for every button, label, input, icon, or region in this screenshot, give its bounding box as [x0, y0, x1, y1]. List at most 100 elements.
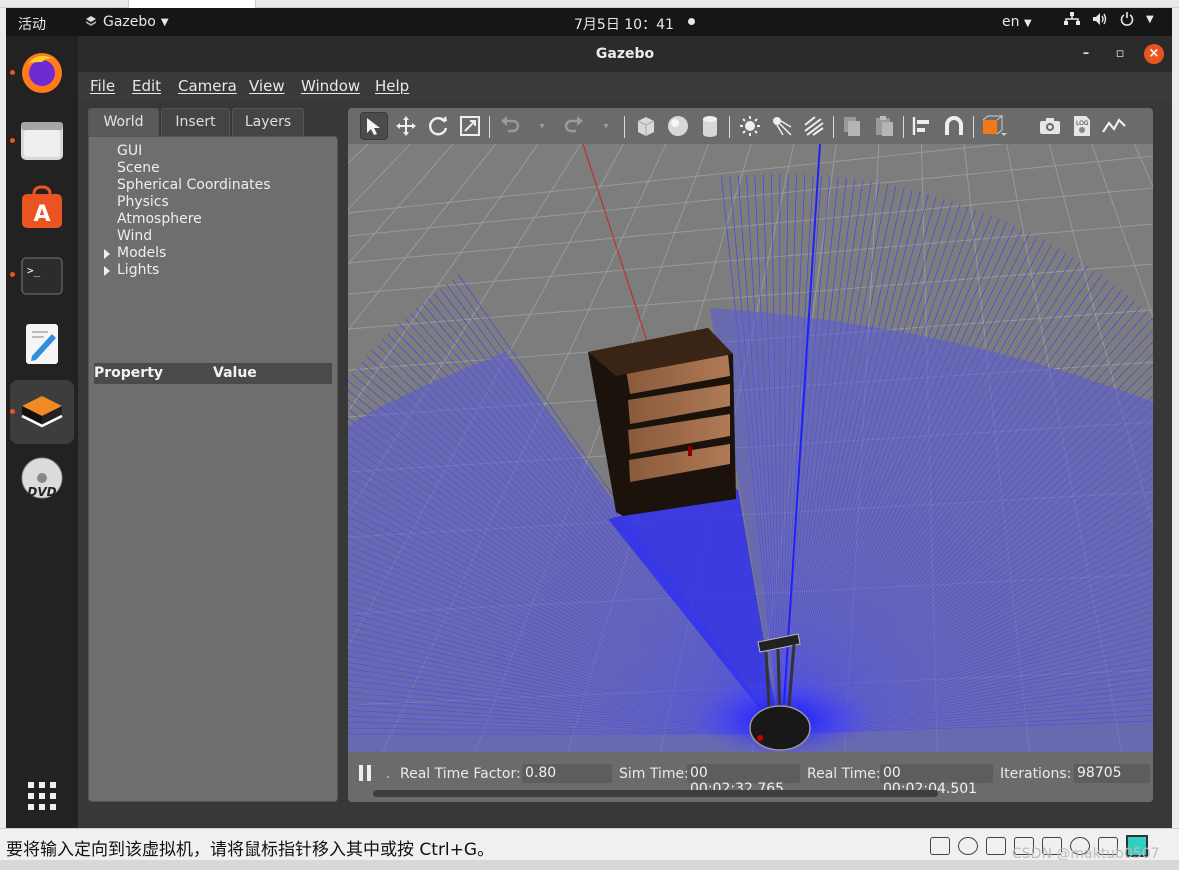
tab-layers[interactable]: Layers [232, 108, 304, 136]
files-icon[interactable] [18, 116, 66, 164]
tree-item-models[interactable]: Models [104, 245, 271, 262]
menu-edit[interactable]: Edit [132, 77, 161, 95]
window-titlebar[interactable]: Gazebo – ▫ × [78, 36, 1172, 72]
tree-item-spherical-coordinates[interactable]: Spherical Coordinates [117, 177, 271, 194]
sim-time-value: 00 00:02:32.765 [687, 764, 800, 797]
menu-window[interactable]: Window [301, 77, 360, 95]
host-taskbar [0, 860, 1179, 870]
scale-icon[interactable] [456, 112, 484, 140]
translate-icon[interactable] [392, 112, 420, 140]
tree-item-lights-label: Lights [117, 262, 160, 278]
toolbar-separator [489, 116, 490, 138]
text-editor-icon[interactable] [18, 320, 66, 368]
pause-icon[interactable] [359, 765, 373, 781]
software-store-icon[interactable]: A [18, 184, 66, 232]
ubuntu-top-bar: 活动 Gazebo ▼ 7月5日 10：41 en ▼ ▼ [6, 8, 1172, 36]
screenshot-icon[interactable] [1036, 112, 1064, 140]
toolbar-separator [729, 116, 730, 138]
expand-arrow-icon[interactable] [104, 249, 110, 259]
property-column-header: Property [94, 365, 164, 381]
tab-insert[interactable]: Insert [161, 108, 230, 136]
maximize-button[interactable]: ▫ [1110, 44, 1130, 64]
cd-drive-icon[interactable] [958, 837, 978, 855]
property-table-header: Property Value [94, 363, 332, 384]
firefox-icon[interactable] [18, 48, 66, 96]
power-icon [1120, 12, 1134, 26]
point-light-icon[interactable] [736, 112, 764, 140]
minimize-button[interactable]: – [1076, 44, 1096, 64]
window-title: Gazebo [595, 46, 655, 62]
running-indicator [10, 70, 15, 75]
scene-toolbar: ▾ ▾ LOG [348, 108, 1153, 144]
copy-icon[interactable] [838, 112, 866, 140]
menu-help[interactable]: Help [375, 77, 409, 95]
network-adapter-icon[interactable] [986, 837, 1006, 855]
terminal-icon[interactable]: >_ [18, 252, 66, 300]
world-panel: GUI Scene Spherical Coordinates Physics … [88, 136, 338, 802]
directional-light-icon[interactable] [800, 112, 828, 140]
scene-viewport[interactable] [348, 144, 1153, 752]
cylinder-icon[interactable] [696, 112, 724, 140]
undo-history-chevron-icon[interactable]: ▾ [528, 112, 556, 140]
rtf-value: 0.80 [522, 764, 612, 783]
log-icon[interactable]: LOG [1068, 112, 1096, 140]
sphere-icon[interactable] [664, 112, 692, 140]
menu-camera[interactable]: Camera [178, 77, 237, 95]
world-tree: GUI Scene Spherical Coordinates Physics … [104, 143, 271, 279]
tree-item-scene[interactable]: Scene [117, 160, 271, 177]
align-icon[interactable] [908, 112, 936, 140]
host-tab-strip [0, 0, 1179, 8]
running-indicator [10, 409, 15, 414]
tree-item-atmosphere[interactable]: Atmosphere [117, 211, 271, 228]
dvd-icon[interactable]: DVD [18, 456, 66, 504]
iterations-label: Iterations: [1000, 766, 1072, 782]
activities-button[interactable]: 活动 [18, 14, 46, 34]
plot-icon[interactable] [1100, 112, 1128, 140]
tree-item-physics[interactable]: Physics [117, 194, 271, 211]
expand-arrow-icon[interactable] [104, 266, 110, 276]
toolbar-separator [973, 116, 974, 138]
hard-disk-icon[interactable] [930, 837, 950, 855]
screen: 活动 Gazebo ▼ 7月5日 10：41 en ▼ ▼ A >_ DVD G… [0, 0, 1179, 870]
undo-icon[interactable] [496, 112, 524, 140]
spot-light-icon[interactable] [768, 112, 796, 140]
host-tab[interactable] [128, 0, 256, 8]
menu-file[interactable]: File [90, 77, 115, 95]
rotate-icon[interactable] [424, 112, 452, 140]
menu-view[interactable]: View [249, 77, 285, 95]
clock[interactable]: 7月5日 10：41 [574, 14, 674, 34]
scene-render [348, 144, 1153, 752]
box-icon[interactable] [632, 112, 660, 140]
gazebo-small-icon [86, 16, 96, 26]
volume-icon [1093, 13, 1107, 25]
status-dot: . [386, 766, 391, 782]
tree-item-wind[interactable]: Wind [117, 228, 271, 245]
show-apps-grid-icon[interactable] [18, 772, 66, 820]
ubuntu-dock: A >_ DVD [6, 36, 78, 828]
snap-icon[interactable] [940, 112, 968, 140]
chevron-down-icon: ▼ [1023, 18, 1032, 29]
vm-status-bar: 要将输入定向到该虚拟机，请将鼠标指针移入其中或按 Ctrl+G。 [0, 828, 1179, 860]
tab-world[interactable]: World [88, 108, 159, 136]
redo-icon[interactable] [560, 112, 588, 140]
sim-time-label: Sim Time: [619, 766, 689, 782]
input-language[interactable]: en ▼ [1002, 14, 1032, 30]
toolbar-separator [833, 116, 834, 138]
svg-text:A: A [33, 202, 50, 227]
simulation-status-bar: . Real Time Factor: 0.80 Sim Time: 00 00… [348, 752, 1153, 802]
select-arrow-icon[interactable] [360, 112, 388, 140]
svg-text:LOG: LOG [1076, 120, 1089, 127]
vm-input-hint: 要将输入定向到该虚拟机，请将鼠标指针移入其中或按 Ctrl+G。 [6, 840, 495, 860]
lang-label: en [1002, 14, 1020, 30]
system-tray[interactable]: ▼ [1064, 12, 1154, 26]
app-menu[interactable]: Gazebo ▼ [84, 14, 169, 30]
tree-item-gui[interactable]: GUI [117, 143, 271, 160]
view-angle-icon[interactable] [980, 112, 1008, 140]
redo-history-chevron-icon[interactable]: ▾ [592, 112, 620, 140]
status-scrollbar[interactable] [373, 790, 938, 797]
app-menu-label: Gazebo [103, 14, 156, 30]
close-button[interactable]: × [1144, 44, 1164, 64]
tree-item-lights[interactable]: Lights [104, 262, 271, 279]
gazebo-icon[interactable] [18, 388, 66, 436]
paste-icon[interactable] [870, 112, 898, 140]
